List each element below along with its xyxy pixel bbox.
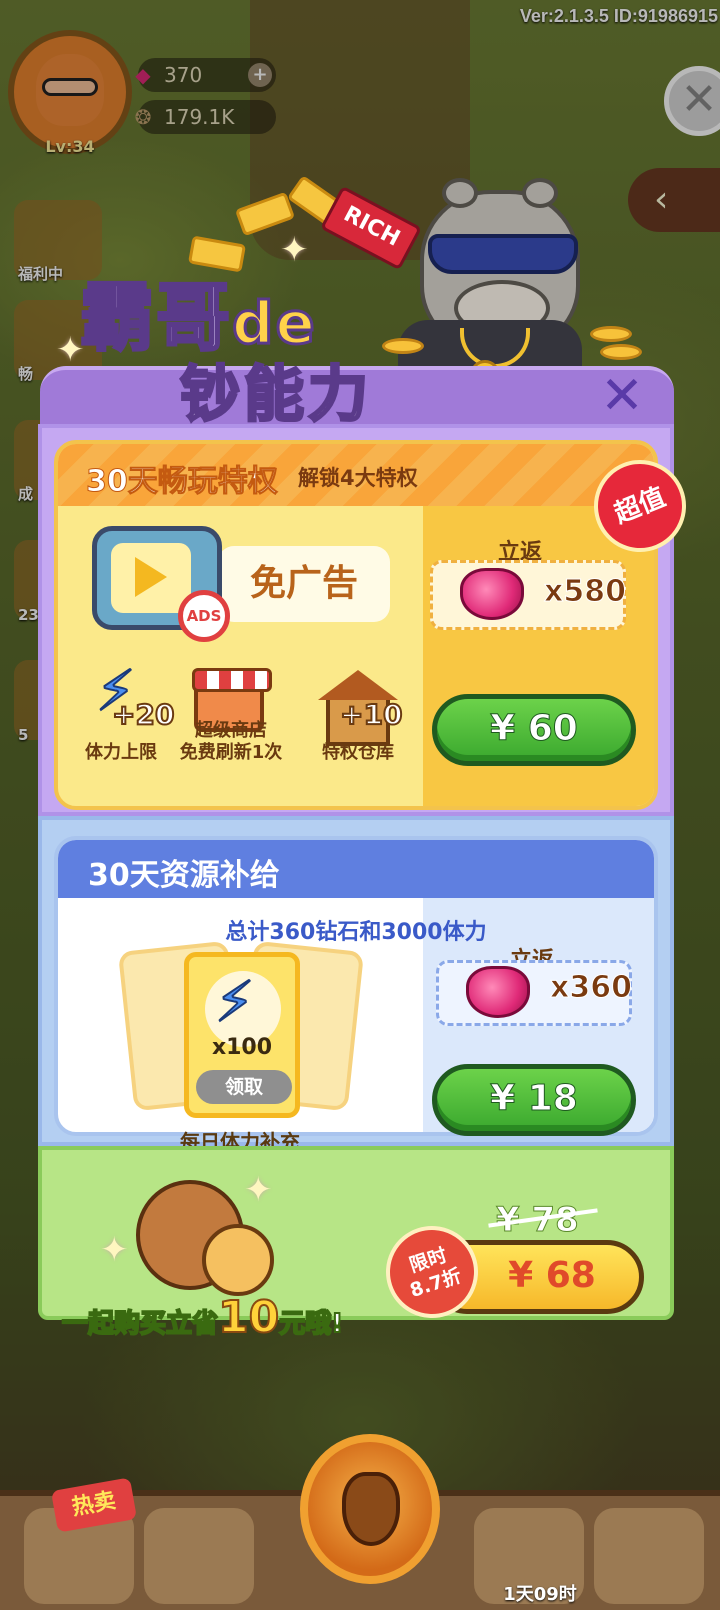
nav-house-button[interactable] <box>594 1508 704 1604</box>
claim-button[interactable]: 领取 <box>196 1070 292 1104</box>
acorn-main-button[interactable] <box>300 1434 440 1584</box>
lightning-icon: ⚡ <box>214 970 255 1035</box>
buy-60-button[interactable]: ¥ 60 <box>432 694 636 766</box>
perk-value: +10 <box>339 697 403 732</box>
card-count: x100 <box>211 1035 273 1060</box>
play-icon <box>135 557 167 597</box>
pack2-header: 30天资源补给 <box>58 840 654 898</box>
coin <box>590 326 632 342</box>
hippo-ear <box>522 178 558 208</box>
save-number: 10 <box>217 1291 280 1344</box>
coin <box>382 338 424 354</box>
save-prefix: 一起购买立省 <box>61 1308 219 1340</box>
bundle-save-text: 一起购买立省10元哦! <box>61 1291 344 1344</box>
close-dialog-icon[interactable]: ✕ <box>596 370 648 422</box>
rebate-count: x360 <box>550 970 633 1006</box>
pack1-title: 30天畅玩特权 <box>86 464 279 500</box>
perk-label: 免费刷新1次 <box>179 742 283 763</box>
sparkle-icon: ✦ <box>100 1230 129 1270</box>
acorn-icon <box>342 1472 400 1546</box>
buy-18-button[interactable]: ¥ 18 <box>432 1064 636 1136</box>
gem-icon <box>466 966 530 1018</box>
no-ads-icon: ADS <box>178 590 230 642</box>
nav-task-button[interactable] <box>144 1508 254 1604</box>
hippo-ear <box>442 178 478 208</box>
tree-timer: 1天09时 <box>503 1584 577 1605</box>
pack1-subtitle: 解锁4大特权 <box>298 466 418 490</box>
gem-icon <box>460 568 524 620</box>
banner-subtitle: 钞能力 <box>179 359 372 432</box>
pack2-title: 30天资源补给 <box>88 858 280 893</box>
rebate-count: x580 <box>544 574 627 610</box>
shiba <box>202 1224 274 1296</box>
no-ads-label: 免广告 <box>218 546 390 622</box>
coin <box>600 344 642 360</box>
perk-label: 体力上限 <box>85 742 157 763</box>
pack1-header: 30天畅玩特权 解锁4大特权 <box>58 444 654 506</box>
save-suffix: 元哦! <box>278 1308 344 1340</box>
perk-label: 特权仓库 <box>322 742 394 763</box>
sunglasses <box>428 234 578 274</box>
sparkle-icon: ✦ <box>244 1170 273 1210</box>
perk-value: +20 <box>111 697 175 732</box>
